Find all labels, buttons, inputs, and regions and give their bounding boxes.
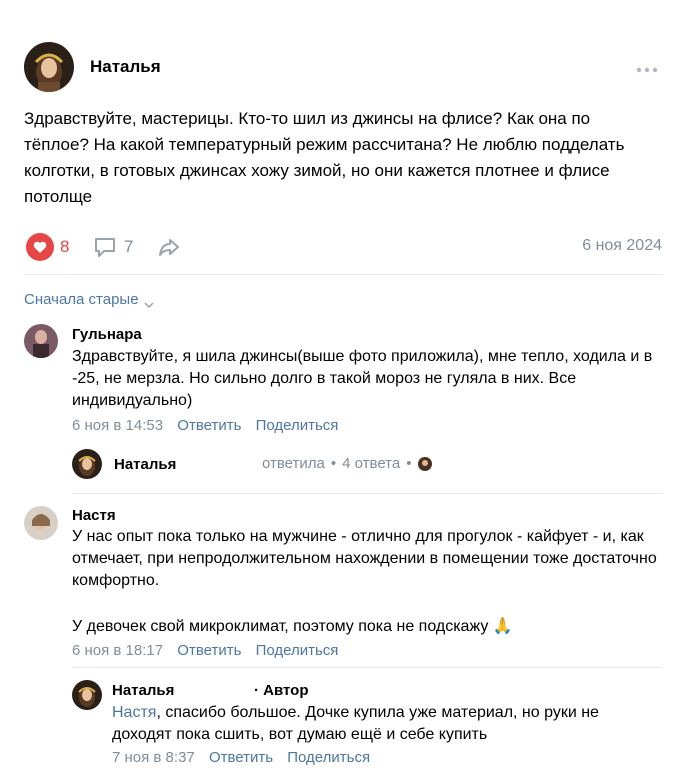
more-icon[interactable] [636,62,658,73]
reply-author[interactable]: Наталья [112,682,174,699]
comment-date: 6 ноя в 14:53 [72,417,164,434]
share-button[interactable]: Поделиться [256,642,339,659]
reply-meta: 7 ноя в 8:37 Ответить Поделиться [112,749,370,766]
author-badge: · Автор [254,682,309,699]
reply-text: Настя, спасибо большое. Дочке купила уже… [112,702,652,746]
comments-button[interactable]: 7 [92,234,133,260]
comment-author[interactable]: Настя [72,507,116,524]
chevron-down-icon [143,296,155,308]
sort-label: Сначала старые [24,291,139,308]
sort-dropdown[interactable]: Сначала старые [24,291,155,308]
post-divider [24,274,662,275]
thread-answers-count: 4 ответа [342,455,401,472]
thread-avatar[interactable] [72,449,102,479]
post-author-avatar[interactable] [24,42,74,92]
like-count: 8 [60,237,70,256]
comment-text: У нас опыт пока только на мужчине - отли… [72,528,657,589]
comment-date: 6 ноя в 18:17 [72,642,164,659]
thread-author[interactable]: Наталья [114,456,176,473]
comment-divider [72,667,662,668]
like-button[interactable]: 8 [26,233,69,261]
comment-divider [72,493,662,494]
reply-button[interactable]: Ответить [209,749,273,766]
comment-author[interactable]: Гульнара [72,326,142,343]
comment-avatar[interactable] [24,324,58,358]
comment-meta: 6 ноя в 14:53 Ответить Поделиться [72,417,338,434]
comment-meta: 6 ноя в 18:17 Ответить Поделиться [72,642,338,659]
share-button[interactable]: Поделиться [287,749,370,766]
comment-text: Здравствуйте, я шила джинсы(выше фото пр… [72,348,653,409]
thread-summary[interactable]: ответила • 4 ответа • [262,455,432,472]
comment-icon [92,234,118,260]
reply-mention[interactable]: Настя [112,704,156,721]
comment-avatar[interactable] [24,506,58,540]
thread-replied-label: ответила [262,455,325,472]
share-icon[interactable] [156,234,182,260]
reply-body: , спасибо большое. Дочке купила уже мате… [112,704,599,743]
thread-participant-avatar [417,456,432,471]
reply-date: 7 ноя в 8:37 [112,749,195,766]
post-text: Здравствуйте, мастерицы. Кто-то шил из д… [24,109,625,206]
heart-icon [26,233,54,261]
post-author-name[interactable]: Наталья [90,57,161,77]
post-date: 6 ноя 2024 [582,237,662,254]
reply-button[interactable]: Ответить [177,417,241,434]
comment-text: У девочек свой микроклимат, поэтому пока… [72,618,513,635]
share-button[interactable]: Поделиться [256,417,339,434]
reply-button[interactable]: Ответить [177,642,241,659]
reply-avatar[interactable] [72,680,102,710]
comment-count: 7 [124,237,134,256]
